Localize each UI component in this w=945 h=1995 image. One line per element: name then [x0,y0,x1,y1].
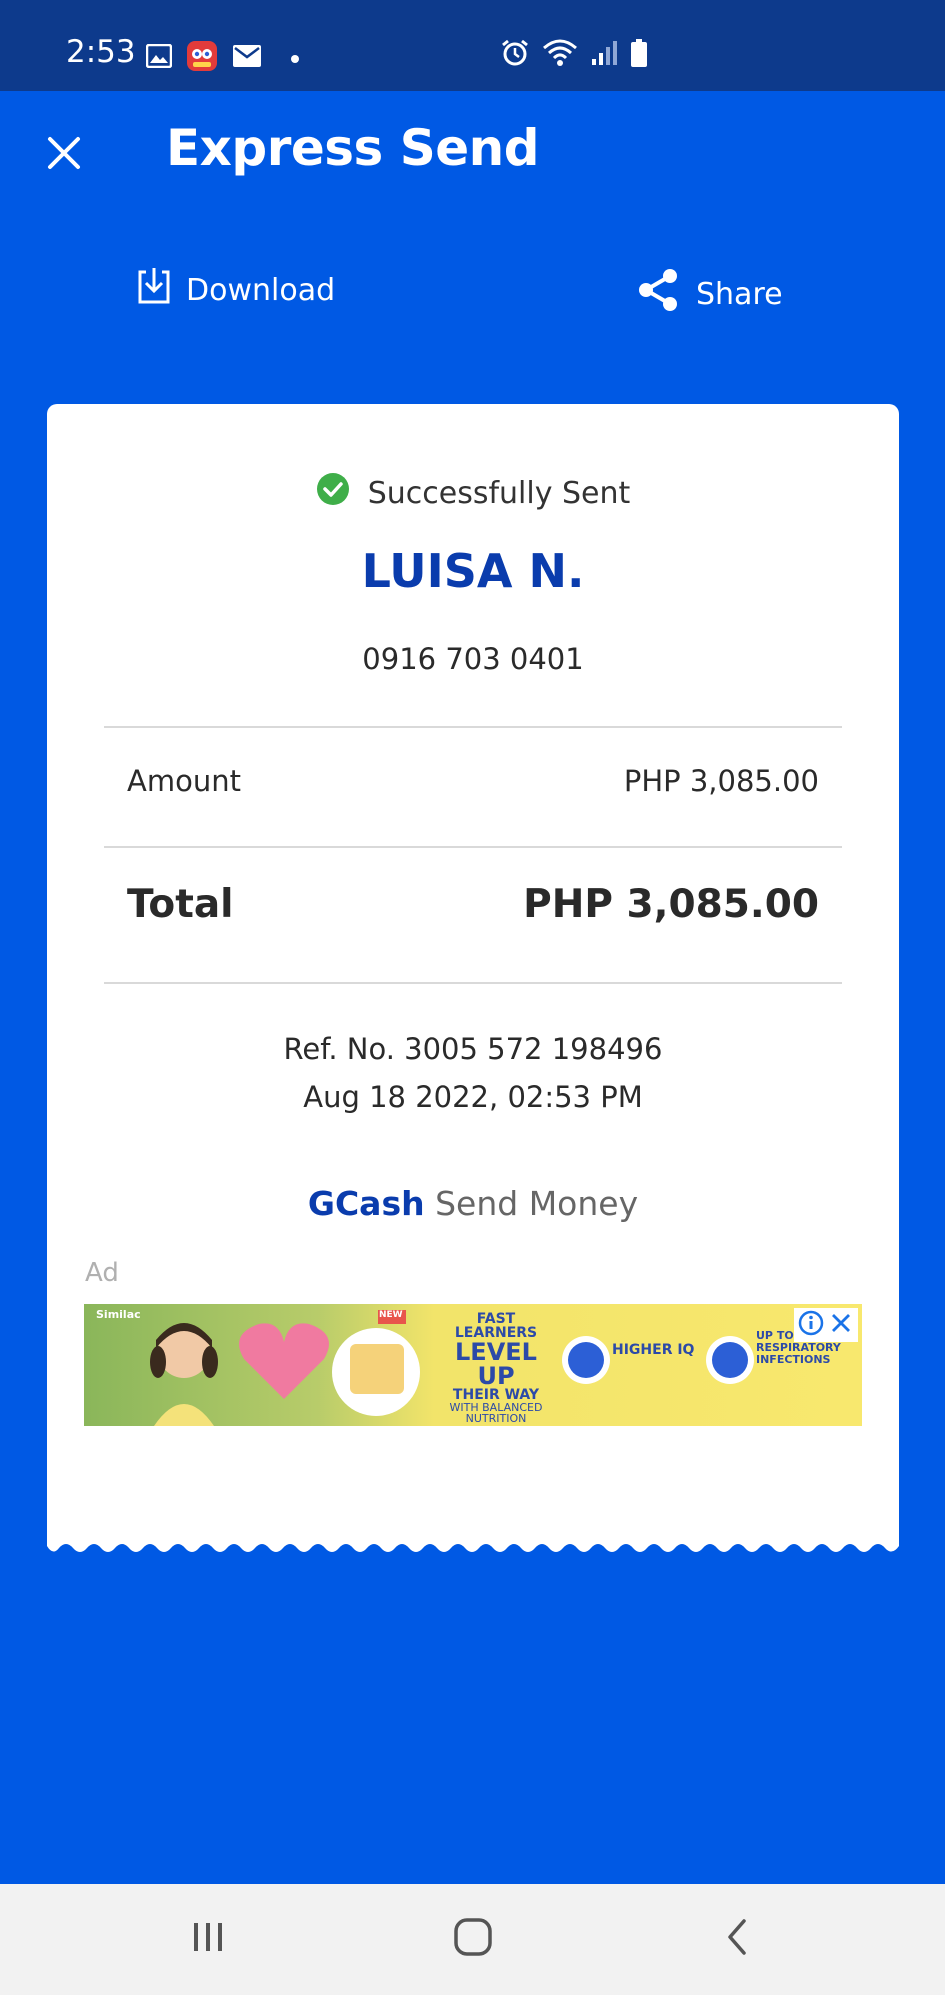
heart-flowers-image [239,1323,329,1399]
mail-icon [232,44,262,72]
reference-number: Ref. No. 3005 572 198496 [283,1032,663,1066]
amount-label: Amount [127,764,241,798]
recipient-name: LUISA N. [361,544,585,598]
recent-apps-icon [188,1919,228,1959]
amount-row: Amount PHP 3,085.00 [127,764,819,798]
receipt-card: Successfully Sent LUISA N. 0916 703 0401… [47,404,899,1544]
product-can-image [332,1310,420,1416]
brand-line: GCash Send Money [47,1184,899,1223]
header: Express Send [0,91,945,209]
ad-headline-top: FAST LEARNERS [454,1311,538,1341]
brand-service: Send Money [435,1184,639,1223]
ad-badge-new: NEW [379,1310,403,1320]
battery-icon [630,38,648,72]
close-icon [46,135,82,175]
status-bar: 2:53 [0,0,945,91]
recent-apps-button[interactable] [178,1914,238,1964]
status-text: Successfully Sent [367,475,631,511]
ad-headline-sub: WITH BALANCED NUTRITION [449,1401,543,1425]
ad-info-icon[interactable] [798,1310,824,1340]
receipt-torn-edge [47,1536,899,1552]
recipient-number: 0916 703 0401 [362,642,584,676]
image-icon [145,43,173,72]
page-title: Express Send [166,119,540,177]
action-row: Download Share [0,262,945,322]
signal-icon [590,39,618,71]
status-time: 2:53 [66,34,136,70]
app-notification-icon [186,40,218,76]
child-image [150,1323,218,1426]
divider [104,846,842,848]
download-label: Download [186,272,336,308]
success-status: Successfully Sent [47,472,899,514]
ad-headline: FAST LEARNERS LEVEL UP THEIR WAY WITH BA… [436,1312,556,1424]
dot-icon [290,49,300,68]
brand-name: GCash [307,1184,425,1223]
total-value: PHP 3,085.00 [523,882,819,927]
ad-controls [794,1308,858,1342]
status-icons-right [500,38,648,72]
ad-banner[interactable]: Similac NEW FAST LEARNERS LEVEL UP THEIR… [84,1304,862,1426]
ad-badge-icon [706,1336,754,1384]
alarm-icon [500,38,530,72]
share-icon [634,266,682,322]
download-icon [136,266,172,314]
share-label: Share [696,276,783,312]
ad-headline-main: LEVEL UP [455,1338,537,1390]
ad-label: Ad [85,1258,119,1288]
divider [104,726,842,728]
share-button[interactable]: Share [634,266,783,322]
check-circle-icon [316,472,350,514]
home-button[interactable] [443,1914,503,1964]
total-row: Total PHP 3,085.00 [127,882,819,927]
back-button[interactable] [707,1914,767,1964]
transaction-datetime: Aug 18 2022, 02:53 PM [303,1080,643,1114]
wifi-icon [542,38,578,72]
divider [104,982,842,984]
amount-value: PHP 3,085.00 [623,764,819,798]
total-label: Total [127,882,234,927]
home-icon [453,1917,493,1961]
system-nav-bar [0,1884,945,1995]
close-button[interactable] [40,131,88,179]
ad-close-icon[interactable] [828,1310,854,1340]
ad-headline-bottom: THEIR WAY [452,1387,540,1403]
back-icon [722,1917,752,1961]
status-icons-left [145,40,300,76]
download-button[interactable]: Download [136,266,335,314]
ad-higher-text: HIGHER IQ [612,1342,695,1358]
ad-badge-icon [562,1336,610,1384]
